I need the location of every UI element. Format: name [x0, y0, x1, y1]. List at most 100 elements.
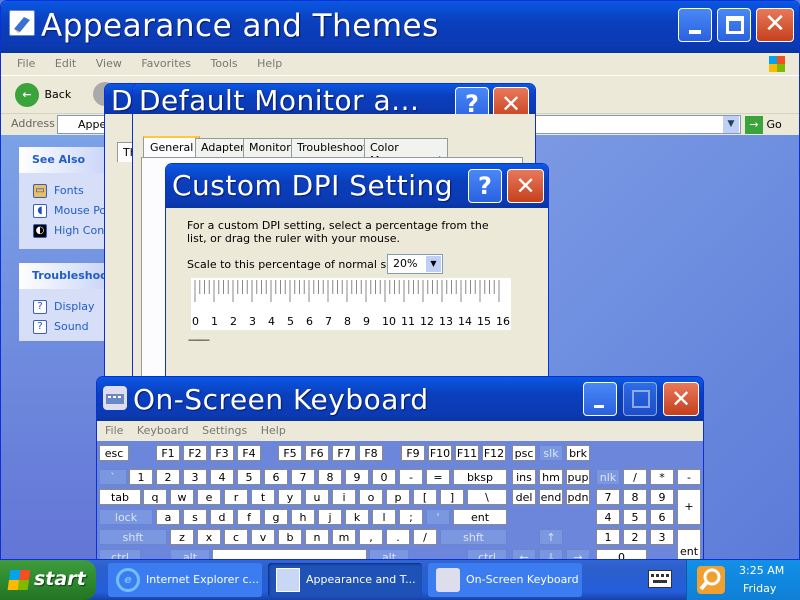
key-r[interactable]: r [224, 489, 248, 505]
key-9[interactable]: 9 [345, 469, 369, 485]
key-F9[interactable]: F9 [401, 445, 425, 461]
key-tab[interactable]: tab [99, 489, 141, 505]
key-bksp[interactable]: bksp [453, 469, 507, 485]
key-F2[interactable]: F2 [183, 445, 207, 461]
key-space[interactable] [212, 549, 367, 559]
key-k[interactable]: k [345, 509, 369, 525]
key-brk[interactable]: brk [566, 445, 590, 461]
key-e[interactable]: e [197, 489, 221, 505]
key-/[interactable]: / [623, 469, 647, 485]
menu-tools[interactable]: Tools [211, 54, 238, 74]
tab-troubleshoot[interactable]: Troubleshoot [291, 138, 374, 158]
key-.[interactable]: . [386, 529, 410, 545]
key-d[interactable]: d [210, 509, 234, 525]
key-numpad-plus[interactable]: + [677, 489, 701, 525]
key-m[interactable]: m [332, 529, 356, 545]
key-F5[interactable]: F5 [278, 445, 302, 461]
key-F10[interactable]: F10 [428, 445, 452, 461]
key-ins[interactable]: ins [512, 469, 536, 485]
key-\[interactable]: \ [467, 489, 507, 505]
key-nlk[interactable]: nlk [596, 469, 620, 485]
key-ctrl[interactable]: ctrl [99, 549, 141, 559]
key-,[interactable]: , [359, 529, 383, 545]
key-6[interactable]: 6 [264, 469, 288, 485]
key-1[interactable]: 1 [596, 529, 620, 545]
key-l[interactable]: l [372, 509, 396, 525]
key-ent[interactable]: ent [453, 509, 507, 525]
troubleshooters-header[interactable]: Troubleshooters [19, 263, 132, 289]
key-F11[interactable]: F11 [455, 445, 479, 461]
key-F8[interactable]: F8 [359, 445, 383, 461]
key-f[interactable]: f [237, 509, 261, 525]
key-z[interactable]: z [170, 529, 194, 545]
key-0[interactable]: 0 [372, 469, 396, 485]
key-n[interactable]: n [305, 529, 329, 545]
key-/[interactable]: / [413, 529, 437, 545]
key-[[interactable]: [ [413, 489, 437, 505]
dpi-ruler[interactable]: 0 1 2 3 4 5 6 7 8 9 10 11 12 13 14 15 16 [191, 278, 511, 330]
key-shft[interactable]: shft [99, 529, 167, 545]
menu-favorites[interactable]: Favorites [141, 54, 191, 74]
key-v[interactable]: v [251, 529, 275, 545]
close-button[interactable]: ✕ [507, 169, 544, 203]
monitor-titlebar[interactable]: Default Monitor a... ? ✕ [133, 84, 535, 114]
key-←[interactable]: ← [512, 549, 536, 559]
key-5[interactable]: 5 [623, 509, 647, 525]
menu-help[interactable]: Help [257, 54, 282, 74]
key--[interactable]: - [677, 469, 701, 485]
clock-time[interactable]: 3:25 AM [739, 564, 784, 577]
dpi-titlebar[interactable]: Custom DPI Setting ? ✕ [166, 164, 548, 208]
taskbar-button-on-screen-keyboard[interactable]: On-Screen Keyboard [428, 563, 582, 597]
troubleshoot-display[interactable]: ? Display [19, 297, 113, 317]
key-F12[interactable]: F12 [482, 445, 506, 461]
menu-edit[interactable]: Edit [55, 54, 76, 74]
key-F6[interactable]: F6 [305, 445, 329, 461]
key-pup[interactable]: pup [566, 469, 590, 485]
key-alt[interactable]: alt [369, 549, 409, 559]
key-F3[interactable]: F3 [210, 445, 234, 461]
key-u[interactable]: u [305, 489, 329, 505]
key-9[interactable]: 9 [650, 489, 674, 505]
key-3[interactable]: 3 [183, 469, 207, 485]
key-8[interactable]: 8 [623, 489, 647, 505]
key-4[interactable]: 4 [210, 469, 234, 485]
key-a[interactable]: a [156, 509, 180, 525]
key-i[interactable]: i [332, 489, 356, 505]
key-p[interactable]: p [386, 489, 410, 505]
key-end[interactable]: end [539, 489, 563, 505]
keyboard-tray-icon[interactable] [648, 570, 672, 588]
key-y[interactable]: y [278, 489, 302, 505]
key-psc[interactable]: psc [512, 445, 536, 461]
key-w[interactable]: w [170, 489, 194, 505]
key-slk[interactable]: slk [539, 445, 563, 461]
key-][interactable]: ] [440, 489, 464, 505]
tab-general[interactable]: General [143, 136, 201, 158]
key-→[interactable]: → [566, 549, 590, 559]
key-t[interactable]: t [251, 489, 275, 505]
explorer-titlebar[interactable]: Appearance and Themes ✕ [1, 1, 799, 53]
key-o[interactable]: o [359, 489, 383, 505]
key-h[interactable]: h [291, 509, 315, 525]
key-2[interactable]: 2 [623, 529, 647, 545]
menu-file[interactable]: File [17, 54, 35, 74]
key-hm[interactable]: hm [539, 469, 563, 485]
key-8[interactable]: 8 [318, 469, 342, 485]
scale-select[interactable]: 20% ▼ [387, 254, 443, 274]
key--[interactable]: - [399, 469, 423, 485]
see-also-fonts[interactable]: ▭ Fonts [19, 181, 113, 201]
key-esc[interactable]: esc [99, 445, 129, 461]
key-3[interactable]: 3 [650, 529, 674, 545]
menu-view[interactable]: View [96, 54, 122, 74]
tab-color-management[interactable]: Color Management [364, 138, 449, 167]
key-q[interactable]: q [143, 489, 167, 505]
troubleshoot-sound[interactable]: ? Sound [19, 317, 113, 337]
tab-monitor[interactable]: Monitor [243, 138, 297, 158]
key-4[interactable]: 4 [596, 509, 620, 525]
key-2[interactable]: 2 [156, 469, 180, 485]
key-s[interactable]: s [183, 509, 207, 525]
see-also-high-contrast[interactable]: ◐High Contrast [19, 221, 113, 241]
key-`[interactable]: ` [99, 469, 127, 485]
key-lock[interactable]: lock [99, 509, 153, 525]
close-button[interactable]: ✕ [756, 8, 794, 42]
key-del[interactable]: del [512, 489, 536, 505]
